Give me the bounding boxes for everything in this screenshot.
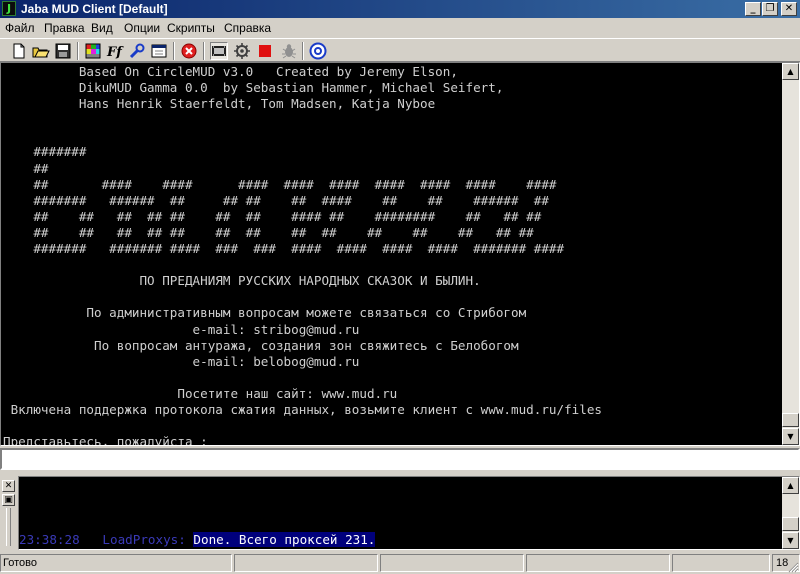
log-pane: ✕ ▣ 23:38:28 LoadProxys: Done. Всего про… xyxy=(0,474,800,550)
log-entry: 23:38:28 LoadProxys: Done. Всего проксей… xyxy=(19,532,376,547)
scroll-down-arrow-icon[interactable]: ▼ xyxy=(782,532,799,549)
menu-view[interactable]: Вид xyxy=(91,21,113,35)
menu-edit[interactable]: Правка xyxy=(44,21,85,35)
font-icon[interactable]: Ff xyxy=(106,42,124,60)
svg-text:Ff: Ff xyxy=(106,45,124,60)
scroll-thumb[interactable] xyxy=(782,517,799,531)
terminal-line: ####### ###### ## ## ## ## #### ## ## ##… xyxy=(3,192,549,208)
toolbar-separator xyxy=(302,42,304,60)
log-message: Done. Всего проксей 231. xyxy=(193,532,376,547)
menu-help[interactable]: Справка xyxy=(224,21,271,35)
bug-icon[interactable] xyxy=(280,42,298,60)
log-film-icon[interactable] xyxy=(210,42,228,60)
help-circle-icon[interactable] xyxy=(309,42,327,60)
terminal-line: Hans Henrik Staerfeldt, Tom Madsen, Katj… xyxy=(3,96,436,112)
color-palette-icon[interactable] xyxy=(84,42,102,60)
scroll-up-arrow-icon[interactable]: ▲ xyxy=(782,477,799,494)
float-pane-icon[interactable]: ▣ xyxy=(2,494,15,506)
app-icon[interactable]: J xyxy=(2,1,16,16)
close-pane-icon[interactable]: ✕ xyxy=(2,480,15,492)
terminal-scrollbar[interactable]: ▲ ▼ xyxy=(782,63,799,445)
open-folder-icon[interactable] xyxy=(32,42,50,60)
command-input[interactable] xyxy=(0,448,800,470)
terminal-line: По вопросам антуража, создания зон свяжи… xyxy=(3,337,519,353)
terminal-line: По административным вопросам можете связ… xyxy=(3,305,527,321)
log-output[interactable]: 23:38:28 LoadProxys: Done. Всего проксей… xyxy=(18,476,800,550)
terminal-line: e-mail: stribog@mud.ru xyxy=(3,321,360,337)
terminal-lines: Based On CircleMUD v3.0 Created by Jerem… xyxy=(3,64,781,446)
save-disk-icon[interactable] xyxy=(54,42,72,60)
terminal-line: Включена поддержка протокола сжатия данн… xyxy=(3,401,602,417)
minimize-button[interactable]: _ xyxy=(745,2,761,16)
drag-grip[interactable] xyxy=(6,508,11,546)
toolbar: Ff xyxy=(0,38,800,62)
wrench-icon[interactable] xyxy=(128,42,146,60)
status-panel xyxy=(672,554,770,572)
terminal-line: ####### xyxy=(3,144,87,160)
toolbar-separator xyxy=(173,42,175,60)
terminal-prompt: Представьтесь, пожалуйста : xyxy=(3,434,208,446)
log-source: LoadProxys: xyxy=(102,532,186,547)
terminal-line: Посетите наш сайт: www.mud.ru xyxy=(3,385,398,401)
terminal-line: ## ## ## ## ## ## ## #### ## ######## ##… xyxy=(3,208,542,224)
status-panel xyxy=(234,554,378,572)
scroll-down-arrow-icon[interactable]: ▼ xyxy=(782,428,799,445)
status-text: Готово xyxy=(0,554,232,572)
resize-grip-icon[interactable] xyxy=(787,561,799,573)
log-time: 23:38:28 xyxy=(19,532,80,547)
terminal-line: ## ## ## ## ## ## ## ## ## ## ## ## ## #… xyxy=(3,224,534,240)
window-title: Jaba MUD Client [Default] xyxy=(21,2,168,16)
terminal-line: ####### ####### #### ### ### #### #### #… xyxy=(3,241,565,257)
log-pane-handle: ✕ ▣ xyxy=(2,478,16,548)
settings-gear-icon[interactable] xyxy=(233,42,251,60)
window-icon[interactable] xyxy=(150,42,168,60)
new-file-icon[interactable] xyxy=(10,42,28,60)
toolbar-separator xyxy=(203,42,205,60)
close-button[interactable]: ✕ xyxy=(781,2,797,16)
status-panel xyxy=(526,554,670,572)
scroll-thumb[interactable] xyxy=(782,413,799,427)
terminal-line: ## xyxy=(3,160,49,176)
terminal-line: DikuMUD Gamma 0.0 by Sebastian Hammer, M… xyxy=(3,80,504,96)
menu-options[interactable]: Опции xyxy=(124,21,160,35)
status-bar: Готово 18 xyxy=(0,552,800,574)
terminal-line: e-mail: belobog@mud.ru xyxy=(3,353,360,369)
title-bar[interactable]: J Jaba MUD Client [Default] _ ❐ ✕ xyxy=(0,0,800,18)
log-scrollbar[interactable]: ▲ ▼ xyxy=(782,477,799,549)
scroll-up-arrow-icon[interactable]: ▲ xyxy=(782,63,799,80)
terminal-line: ## #### #### #### #### #### #### #### ##… xyxy=(3,176,557,192)
menu-file[interactable]: Файл xyxy=(5,21,35,35)
menu-bar: Файл Правка Вид Опции Скрипты Справка xyxy=(0,18,800,38)
terminal-output[interactable]: Based On CircleMUD v3.0 Created by Jerem… xyxy=(0,62,800,446)
menu-scripts[interactable]: Скрипты xyxy=(167,21,215,35)
disconnect-icon[interactable] xyxy=(180,42,198,60)
maximize-button[interactable]: ❐ xyxy=(762,2,778,16)
terminal-line: ПО ПРЕДАНИЯМ РУССКИХ НАРОДНЫХ СКАЗОК И Б… xyxy=(3,273,481,289)
toolbar-separator xyxy=(77,42,79,60)
terminal-line: Based On CircleMUD v3.0 Created by Jerem… xyxy=(3,64,458,79)
status-panel xyxy=(380,554,524,572)
stop-icon[interactable] xyxy=(256,42,274,60)
